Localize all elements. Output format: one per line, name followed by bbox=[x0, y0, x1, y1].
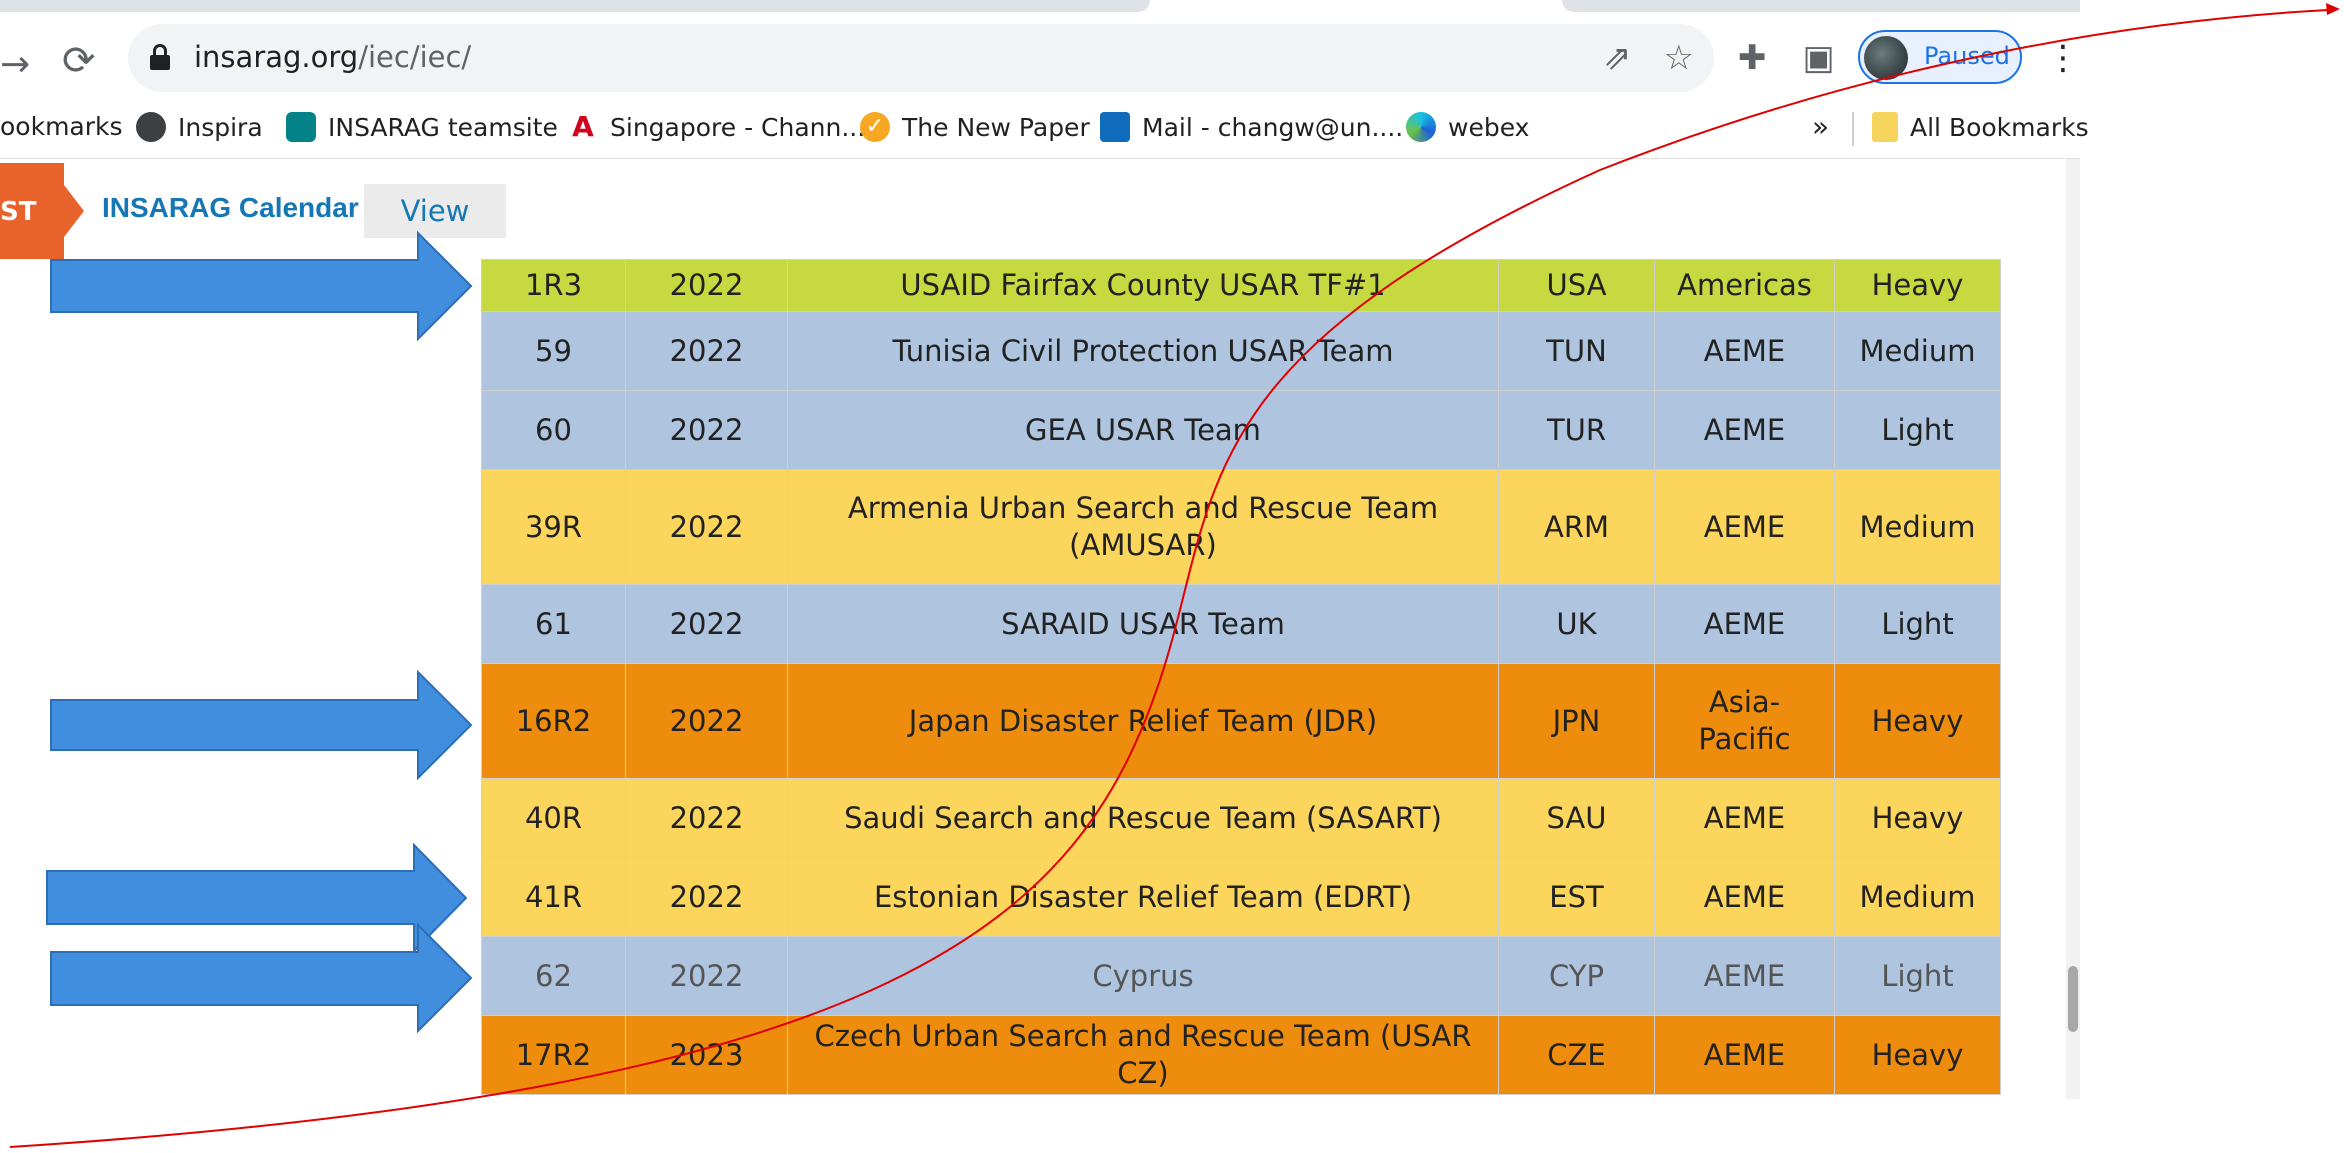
annotation-overlay bbox=[9, 3, 2340, 1148]
arrow-annotation bbox=[50, 922, 473, 1034]
page-scrollbar[interactable] bbox=[2066, 159, 2080, 1099]
scroll-thumb[interactable] bbox=[2068, 966, 2078, 1032]
arrow-annotation bbox=[50, 669, 473, 781]
arrow-annotation bbox=[50, 230, 473, 342]
arrow-annotation bbox=[46, 842, 468, 954]
curve-arrowhead bbox=[2326, 3, 2340, 15]
